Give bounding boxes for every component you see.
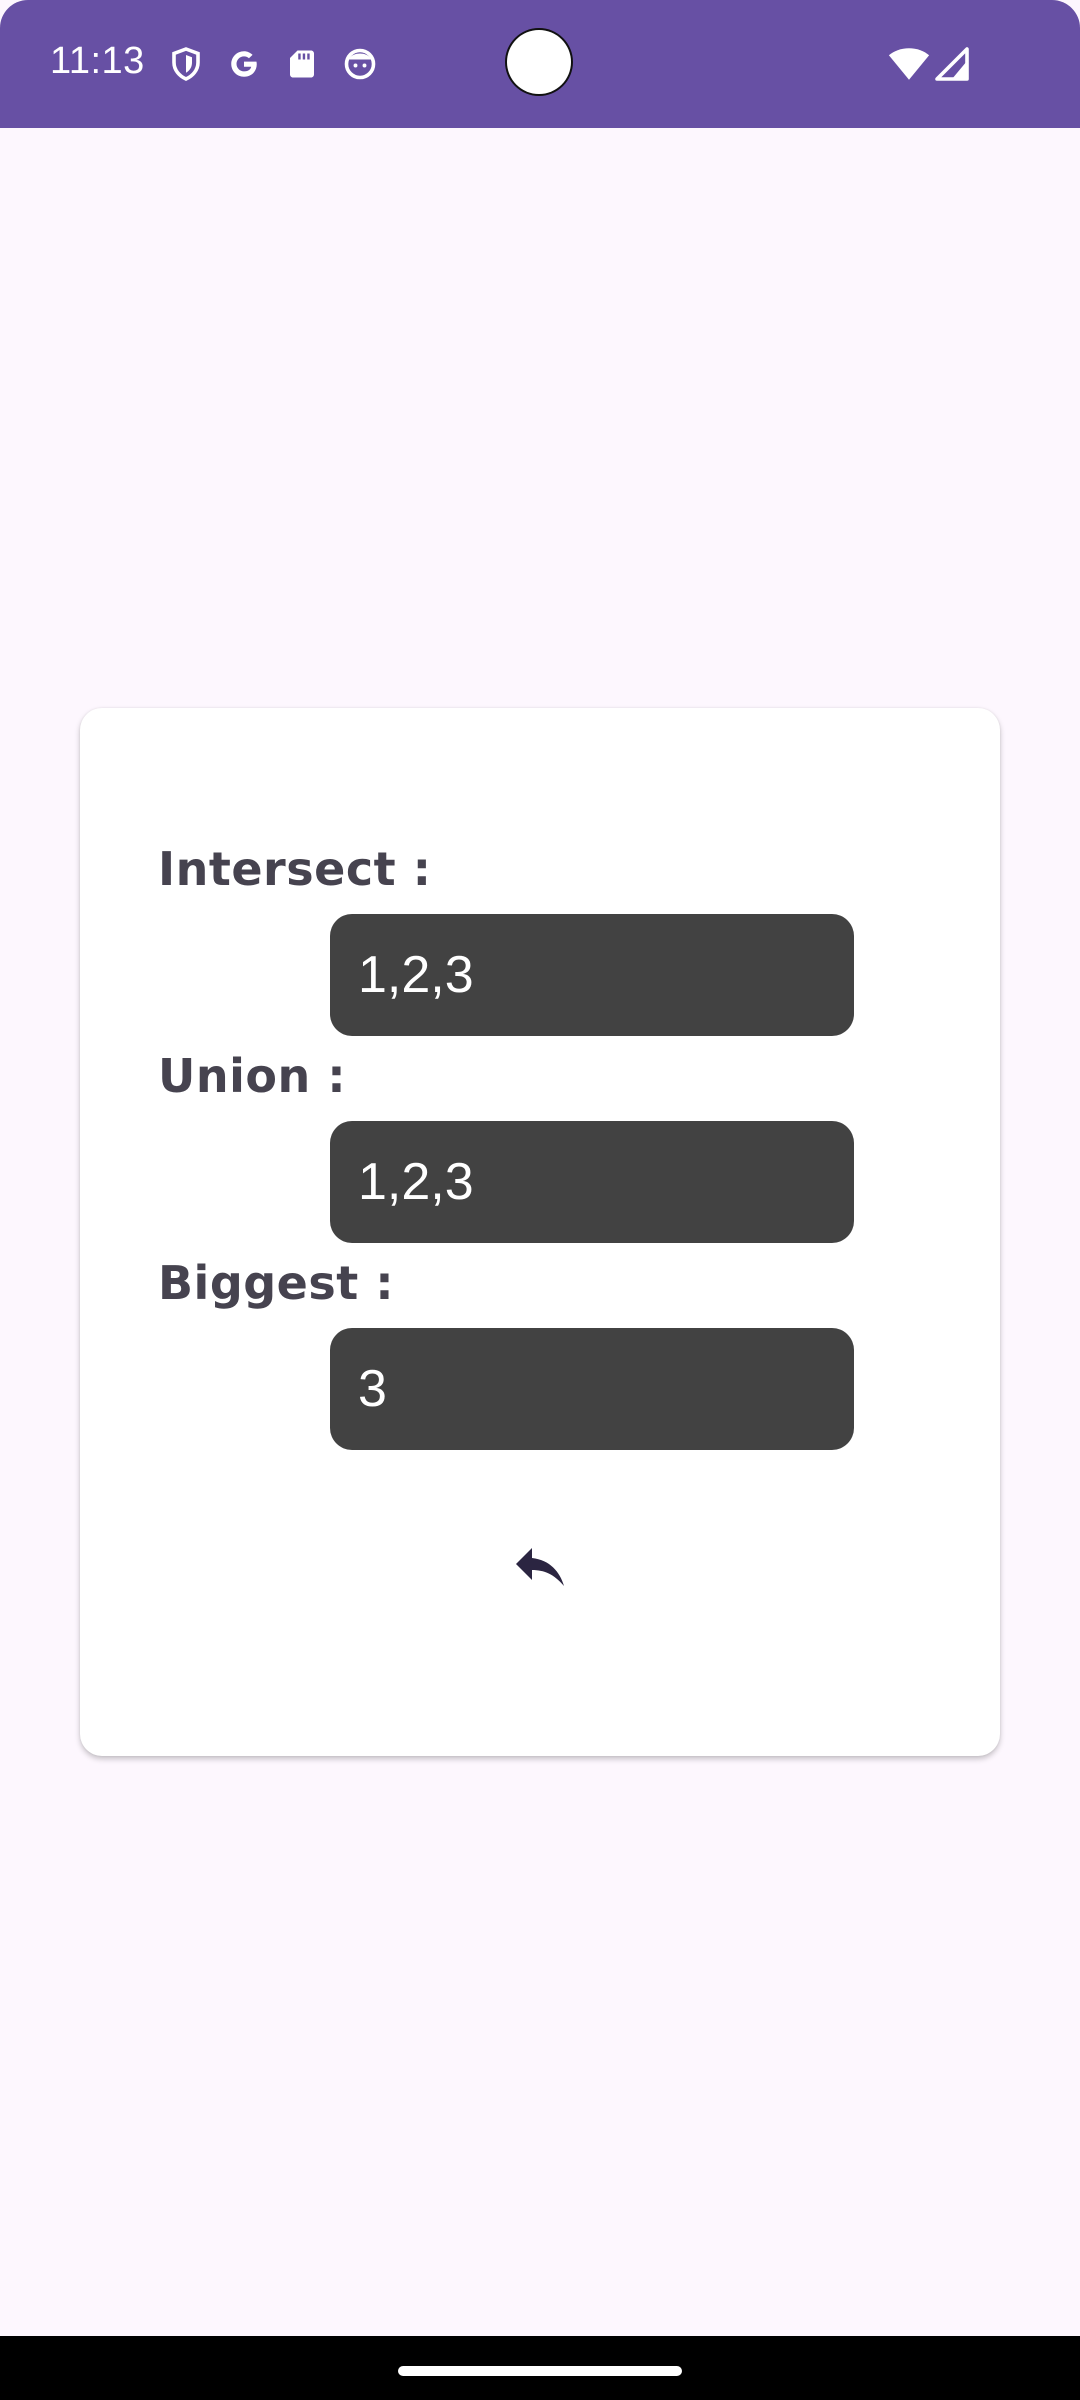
wifi-icon (888, 48, 930, 80)
union-value-field[interactable]: 1,2,3 (330, 1121, 854, 1243)
face-icon (344, 48, 376, 80)
result-card: Intersect : 1,2,3 Union : 1,2,3 Biggest … (80, 708, 1000, 1756)
front-camera (507, 30, 571, 94)
biggest-value-field[interactable]: 3 (330, 1328, 854, 1450)
status-bar: 11:13 (0, 0, 1080, 128)
navigation-bar (0, 2336, 1080, 2400)
back-button[interactable] (508, 1534, 572, 1598)
intersect-label: Intersect : (158, 842, 432, 896)
reply-arrow-icon (516, 1548, 564, 1586)
sd-card-icon (290, 50, 314, 78)
shield-icon (172, 47, 200, 81)
status-time: 11:13 (50, 40, 145, 82)
biggest-label: Biggest : (158, 1256, 395, 1310)
home-indicator[interactable] (398, 2366, 682, 2376)
intersect-value-field[interactable]: 1,2,3 (330, 914, 854, 1036)
signal-icon (935, 47, 969, 81)
google-icon (231, 51, 257, 77)
union-label: Union : (158, 1049, 347, 1103)
